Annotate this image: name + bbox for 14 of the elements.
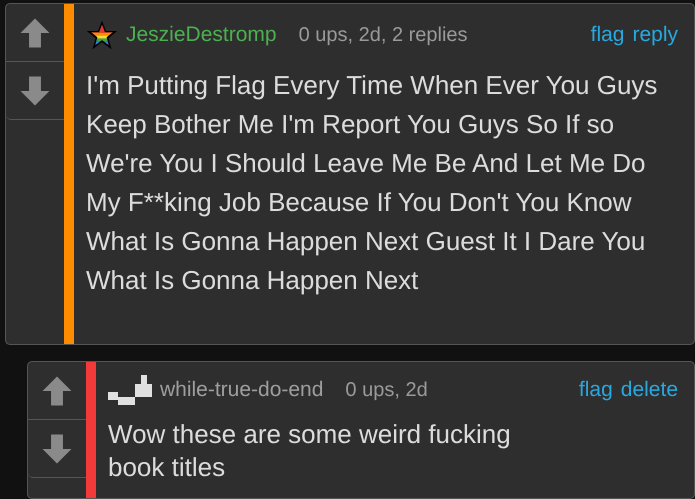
comment-text: Wow these are some weird fucking book titles — [108, 418, 512, 484]
username-link[interactable]: JeszieDestromp — [126, 19, 277, 51]
username-link[interactable]: while-true-do-end — [160, 374, 324, 406]
action-link[interactable]: flag — [590, 19, 624, 51]
down-arrow-icon — [40, 432, 74, 466]
action-link[interactable]: delete — [620, 374, 678, 406]
comment-meta: 0 ups, 2d — [345, 378, 428, 403]
comment-meta: 0 ups, 2d, 2 replies — [298, 23, 468, 48]
rainbow-star-icon — [86, 19, 118, 51]
action-link[interactable]: flag — [578, 374, 613, 406]
blocks-icon — [108, 375, 152, 405]
action-link[interactable]: reply — [632, 19, 678, 51]
comment-text: I'm Putting Flag Every Time When Ever You Guys Keep Bother Me I'm Report You Guys So If so We're You I Should Leave Me Be And Let Me Do My F**king Job Because If You Don't You Know What Is Gonna Happen Next Guest It I Dare You What Is Gonna Happen Next — [86, 69, 658, 297]
down-arrow-icon — [18, 74, 52, 108]
